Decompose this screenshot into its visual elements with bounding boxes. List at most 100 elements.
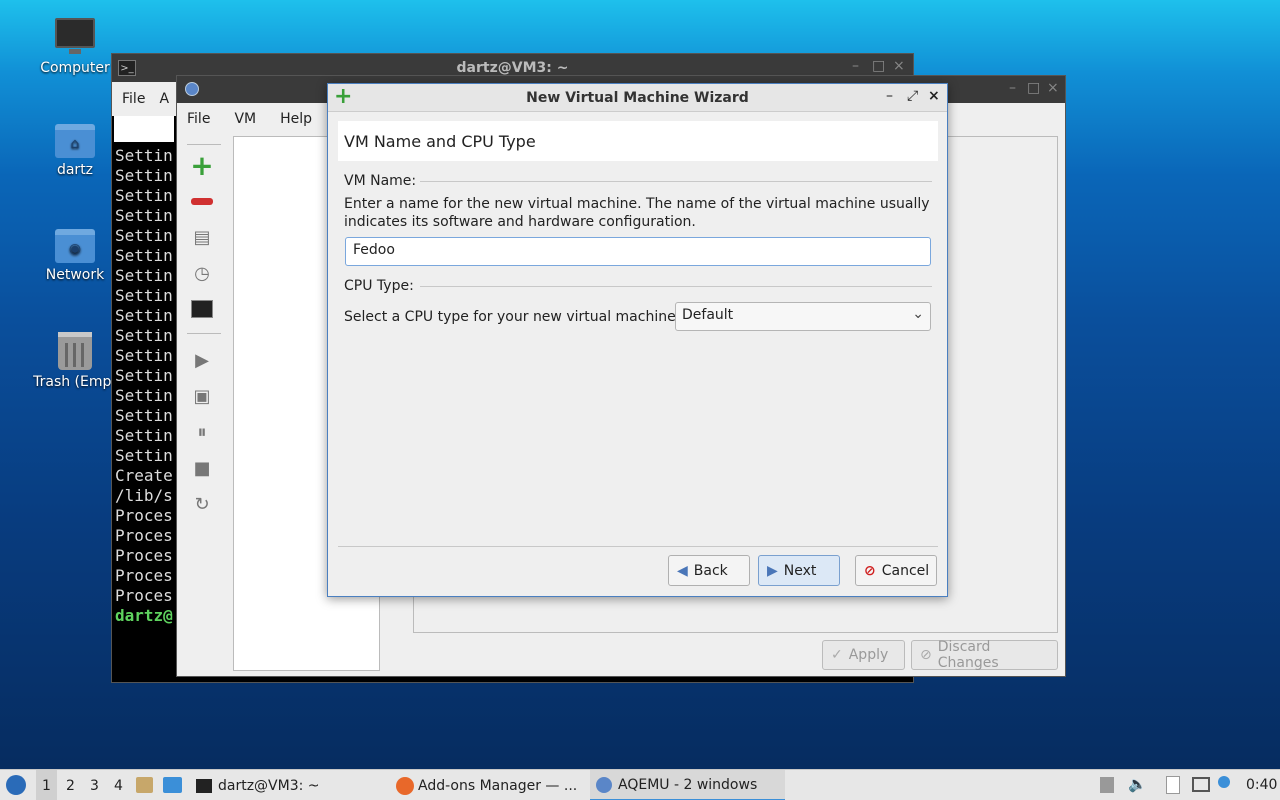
- new-vm-wizard-dialog[interactable]: + New Virtual Machine Wizard – ⤢ × VM Na…: [327, 83, 948, 597]
- remove-vm-icon[interactable]: [188, 187, 216, 215]
- wizard-titlebar[interactable]: + New Virtual Machine Wizard – ⤢ ×: [328, 84, 947, 112]
- vm-name-description-line-2: indicates its software and hardware conf…: [344, 214, 696, 230]
- terminal-line: Settin: [115, 386, 173, 405]
- terminal-menu-file[interactable]: File: [122, 91, 145, 107]
- cancel-button[interactable]: ⊘ Cancel: [855, 555, 937, 586]
- back-button-label: Back: [693, 562, 728, 579]
- task-terminal-label: dartz@VM3: ~: [218, 777, 320, 794]
- wizard-page-header: VM Name and CPU Type: [338, 121, 938, 161]
- clock-icon[interactable]: ◷: [188, 259, 216, 287]
- reset-icon[interactable]: ↻: [188, 490, 216, 518]
- terminal-task-icon: [196, 778, 212, 793]
- discard-changes-button[interactable]: ⊘ Discard Changes: [911, 639, 1058, 671]
- tray-updates-icon[interactable]: [1100, 777, 1114, 793]
- terminal-maximize-icon[interactable]: □: [872, 58, 885, 74]
- task-addons-manager[interactable]: Add-ons Manager — ...: [390, 770, 583, 800]
- terminal-line: Settin: [115, 346, 173, 365]
- clock[interactable]: 0:40: [1246, 777, 1277, 793]
- clipboard-icon[interactable]: [1166, 776, 1180, 794]
- desktop-icon-network[interactable]: ◉ Network: [25, 229, 125, 283]
- cancel-icon: ⊘: [864, 562, 876, 579]
- console-icon[interactable]: [188, 295, 216, 323]
- workspace-3[interactable]: 3: [84, 770, 105, 800]
- cpu-type-prompt: Select a CPU type for your new virtual m…: [344, 309, 681, 325]
- file-manager-icon[interactable]: [136, 777, 153, 793]
- back-button[interactable]: ◀ Back: [668, 555, 750, 586]
- terminal-line: Settin: [115, 146, 173, 165]
- aqemu-toolbar: + ▤ ◷ ▶ ▣ ⏸ ■ ↻: [183, 138, 221, 526]
- settings-icon[interactable]: ▤: [188, 223, 216, 251]
- desktop-icon-dartz[interactable]: ⌂ dartz: [25, 124, 125, 178]
- terminal-line: Proces: [115, 566, 173, 585]
- terminal-output: Settin Settin Settin Settin Settin Settin Sett…: [112, 142, 182, 630]
- aqemu-menu-file[interactable]: File: [187, 111, 210, 127]
- trash-icon: [58, 332, 92, 370]
- task-addons-label: Add-ons Manager — ...: [418, 777, 578, 794]
- cpu-type-select[interactable]: Default ⌄: [675, 302, 931, 331]
- workspace-1[interactable]: 1: [36, 770, 57, 800]
- wizard-title: New Virtual Machine Wizard: [526, 89, 749, 106]
- terminal-line: Settin: [115, 326, 173, 345]
- desktop-icon-trash[interactable]: Trash (Empt: [25, 332, 125, 390]
- stop-icon[interactable]: ■: [188, 454, 216, 482]
- start-menu-icon[interactable]: [6, 775, 26, 795]
- volume-icon[interactable]: 🔈: [1128, 775, 1147, 793]
- add-vm-icon[interactable]: +: [188, 149, 216, 182]
- next-button[interactable]: ▶ Next: [758, 555, 840, 586]
- discard-icon: ⊘: [920, 647, 932, 663]
- wizard-minimize-icon[interactable]: –: [886, 88, 893, 104]
- show-desktop-icon[interactable]: [163, 777, 182, 793]
- terminal-line: Settin: [115, 446, 173, 465]
- save-icon[interactable]: ▣: [188, 382, 216, 410]
- terminal-minimize-icon[interactable]: –: [852, 58, 859, 74]
- terminal-line: Settin: [115, 366, 173, 385]
- terminal-line: Proces: [115, 506, 173, 525]
- apply-button[interactable]: ✓ Apply: [822, 640, 905, 670]
- chevron-down-icon: ⌄: [912, 306, 924, 322]
- wizard-close-icon[interactable]: ×: [928, 88, 940, 104]
- terminal-line: /lib/s: [115, 486, 173, 505]
- workspace-4[interactable]: 4: [108, 770, 129, 800]
- play-icon[interactable]: ▶: [188, 346, 216, 374]
- terminal-line: Settin: [115, 206, 173, 225]
- aqemu-task-icon: [596, 776, 612, 793]
- aqemu-maximize-icon[interactable]: □: [1027, 80, 1040, 96]
- terminal-line: Settin: [115, 286, 173, 305]
- task-terminal[interactable]: dartz@VM3: ~: [190, 770, 326, 800]
- home-folder-icon: ⌂: [55, 124, 95, 158]
- taskbar: 1 2 3 4 dartz@VM3: ~ Add-ons Manager — .…: [0, 769, 1280, 800]
- terminal-line: Settin: [115, 426, 173, 445]
- terminal-line: Settin: [115, 266, 173, 285]
- desktop-icon-label: Network: [45, 267, 105, 283]
- next-button-label: Next: [783, 562, 817, 579]
- aqemu-close-icon[interactable]: ×: [1047, 80, 1059, 96]
- arrow-left-icon: ◀: [677, 562, 688, 579]
- network-status-icon[interactable]: [1192, 777, 1210, 792]
- network-folder-icon: ◉: [55, 229, 95, 263]
- terminal-tab[interactable]: [114, 116, 174, 142]
- check-icon: ✓: [831, 647, 843, 663]
- task-aqemu[interactable]: AQEMU - 2 windows: [590, 770, 785, 800]
- terminal-line: Settin: [115, 306, 173, 325]
- desktop-icon-label: Trash (Empt: [33, 374, 117, 390]
- aqemu-menu-help[interactable]: Help: [280, 111, 312, 127]
- pause-icon[interactable]: ⏸: [188, 418, 216, 446]
- aqemu-minimize-icon[interactable]: –: [1009, 80, 1016, 96]
- wizard-button-separator: [338, 546, 938, 547]
- terminal-menu-a[interactable]: A: [159, 91, 169, 107]
- terminal-line: Proces: [115, 526, 173, 545]
- workspace-2[interactable]: 2: [60, 770, 81, 800]
- desktop-icon-computer[interactable]: Computer: [25, 18, 125, 76]
- wizard-maximize-icon[interactable]: ⤢: [907, 88, 918, 104]
- terminal-line: Proces: [115, 546, 173, 565]
- cpu-type-group-divider: [420, 286, 932, 287]
- wizard-page-title: VM Name and CPU Type: [344, 131, 536, 151]
- vm-name-description-line-1: Enter a name for the new virtual machine…: [344, 196, 930, 212]
- aqemu-menu-vm[interactable]: VM: [234, 111, 256, 127]
- notification-icon[interactable]: [1218, 776, 1230, 788]
- terminal-close-icon[interactable]: ×: [893, 58, 905, 74]
- vm-name-input[interactable]: Fedoo: [345, 237, 931, 266]
- arrow-right-icon: ▶: [767, 562, 778, 579]
- cpu-type-group-label: CPU Type:: [344, 278, 414, 294]
- terminal-line: Settin: [115, 226, 173, 245]
